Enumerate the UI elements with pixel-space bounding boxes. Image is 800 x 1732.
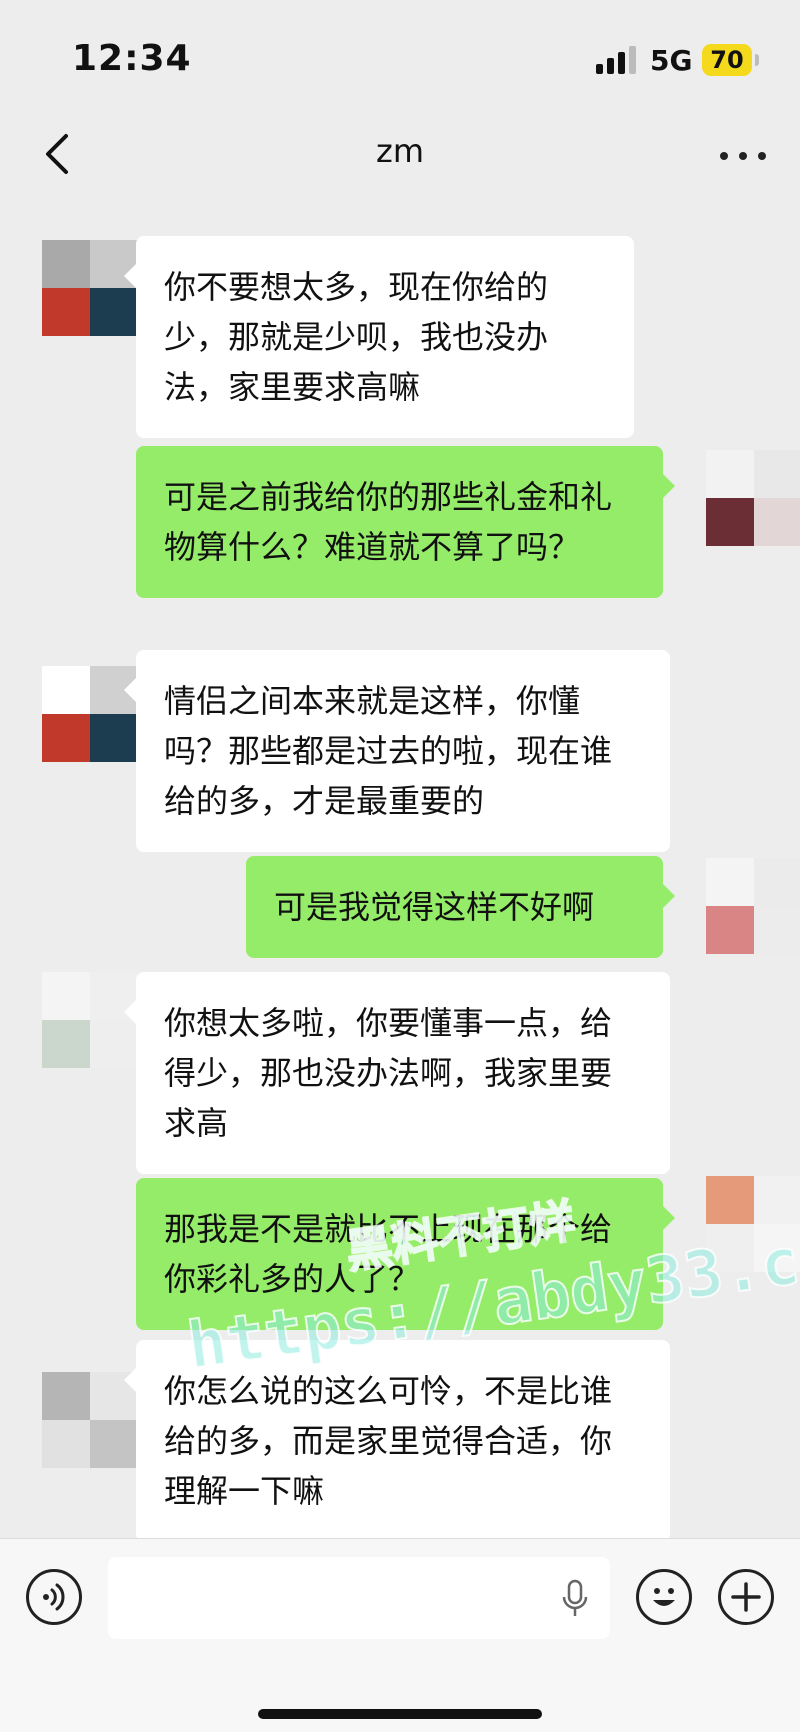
user-avatar[interactable] [706, 858, 800, 954]
chat-screen: 12:34 5G 70 zm 你不要想太多，现在你给的少，那就是少呗，我也没办法… [0, 0, 800, 1732]
chat-header: zm [0, 110, 800, 200]
voice-icon[interactable] [26, 1569, 82, 1625]
message-bubble-incoming[interactable]: 你不要想太多，现在你给的少，那就是少呗，我也没办法，家里要求高嘛 [124, 236, 634, 438]
battery-icon: 70 [702, 44, 752, 76]
user-avatar[interactable] [706, 450, 800, 546]
network-type: 5G [650, 44, 693, 77]
message-input[interactable] [108, 1557, 610, 1639]
message-bubble-outgoing[interactable]: 那我是不是就比不上现在那个给你彩礼多的人了？ [136, 1178, 675, 1330]
chat-title: zm [376, 132, 424, 170]
user-avatar[interactable] [706, 1176, 800, 1272]
message-bubble-incoming[interactable]: 你怎么说的这么可怜，不是比谁给的多，而是家里觉得合适，你理解一下嘛 [124, 1340, 670, 1542]
emoji-icon[interactable] [636, 1569, 692, 1625]
input-bar [0, 1538, 800, 1732]
home-indicator [258, 1709, 542, 1719]
battery-tip [755, 54, 759, 66]
status-time: 12:34 [72, 38, 192, 79]
message-bubble-outgoing[interactable]: 可是之前我给你的那些礼金和礼物算什么？难道就不算了吗？ [136, 446, 675, 598]
chevron-left-icon[interactable] [30, 124, 90, 184]
more-dots-icon[interactable] [708, 130, 778, 180]
status-bar: 12:34 5G 70 [0, 0, 800, 110]
signal-icon [596, 46, 636, 74]
contact-avatar[interactable] [42, 240, 138, 336]
message-bubble-incoming[interactable]: 你想太多啦，你要懂事一点，给得少，那也没办法啊，我家里要求高 [124, 972, 670, 1174]
plus-icon[interactable] [718, 1569, 774, 1625]
message-bubble-incoming[interactable]: 情侣之间本来就是这样，你懂吗？那些都是过去的啦，现在谁给的多，才是最重要的 [124, 650, 670, 852]
mic-icon[interactable] [560, 1579, 590, 1619]
message-bubble-outgoing[interactable]: 可是我觉得这样不好啊 [246, 856, 675, 958]
